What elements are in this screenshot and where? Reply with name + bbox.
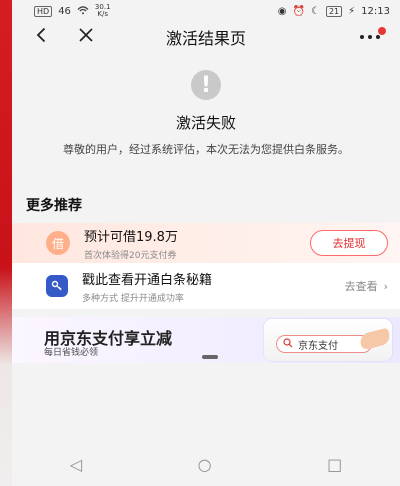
speed-bottom: K/s xyxy=(97,10,109,18)
banner-search: 京东支付 xyxy=(276,335,372,353)
banner-subtitle: 每日省钱必领 xyxy=(44,348,99,358)
withdraw-button[interactable]: 去提现 xyxy=(310,230,388,256)
left-edge xyxy=(0,0,12,486)
nav-home-icon[interactable]: ○ xyxy=(198,455,212,474)
signal-indicator: 46 xyxy=(58,5,71,17)
chevron-right-icon: › xyxy=(383,279,388,293)
loan-badge: 借 xyxy=(46,231,70,255)
page-title: 激活结果页 xyxy=(165,29,247,48)
hd-badge: HD xyxy=(34,5,53,17)
charging-icon: ⚡ xyxy=(348,5,356,17)
nav-back-icon[interactable]: ◁ xyxy=(70,455,82,474)
pager-indicator xyxy=(202,355,218,359)
view-link-label: 去查看 xyxy=(344,280,378,293)
loan-title: 预计可借19.8万 xyxy=(84,229,178,245)
tips-row[interactable]: 戳此查看开通白条秘籍 多种方式 提升开通成功率 去查看 › xyxy=(12,263,400,309)
nav-left xyxy=(36,27,94,47)
top-nav: 激活结果页 xyxy=(12,22,400,52)
key-icon xyxy=(46,275,68,297)
loan-offer-row[interactable]: 借 预计可借19.8万 首次体验得20元支付券 去提现 xyxy=(12,223,400,263)
tips-text: 戳此查看开通白条秘籍 多种方式 提升开通成功率 xyxy=(82,269,345,304)
phone-screen: HD 46 30.1 K/s ◉ ⏰ ☾ 21 ⚡ 12:13 激活结果页 ! … xyxy=(12,0,400,486)
alarm-icon: ⏰ xyxy=(292,5,305,17)
system-navigation: ◁ ○ □ xyxy=(12,442,400,486)
tips-subtitle: 多种方式 提升开通成功率 xyxy=(82,293,184,304)
view-link[interactable]: 去查看 › xyxy=(345,278,388,294)
wifi-icon xyxy=(77,5,89,18)
back-icon[interactable] xyxy=(36,27,46,47)
status-bar: HD 46 30.1 K/s ◉ ⏰ ☾ 21 ⚡ 12:13 xyxy=(12,0,400,22)
clock-time: 12:13 xyxy=(361,5,390,17)
network-speed: 30.1 K/s xyxy=(95,4,111,18)
status-right: ◉ ⏰ ☾ 21 ⚡ 12:13 xyxy=(277,5,390,17)
search-icon xyxy=(283,337,293,351)
more-icon[interactable] xyxy=(358,27,386,47)
status-left: HD 46 30.1 K/s xyxy=(34,4,111,18)
alert-icon: ! xyxy=(191,70,221,100)
moon-icon: ☾ xyxy=(310,5,320,17)
nav-recent-icon[interactable]: □ xyxy=(327,455,342,474)
tips-title: 戳此查看开通白条秘籍 xyxy=(82,272,213,288)
close-icon[interactable] xyxy=(78,27,94,47)
loan-subtitle: 首次体验得20元支付券 xyxy=(84,250,177,261)
eye-icon: ◉ xyxy=(277,5,287,17)
banner-search-text: 京东支付 xyxy=(298,340,338,352)
result-title: 激活失败 xyxy=(175,114,236,132)
result-block: ! 激活失败 尊敬的用户，经过系统评估，本次无法为您提供白条服务。 xyxy=(12,52,400,159)
result-description: 尊敬的用户，经过系统评估，本次无法为您提供白条服务。 xyxy=(63,143,349,156)
loan-text: 预计可借19.8万 首次体验得20元支付券 xyxy=(84,226,310,261)
recommendation-card: 借 预计可借19.8万 首次体验得20元支付券 去提现 戳此查看开通白条秘籍 多… xyxy=(12,223,400,309)
battery-level: 21 xyxy=(325,5,343,17)
more-section-title: 更多推荐 xyxy=(26,198,82,214)
payment-banner[interactable]: 用京东支付享立减 每日省钱必领 京东支付 xyxy=(12,317,400,363)
